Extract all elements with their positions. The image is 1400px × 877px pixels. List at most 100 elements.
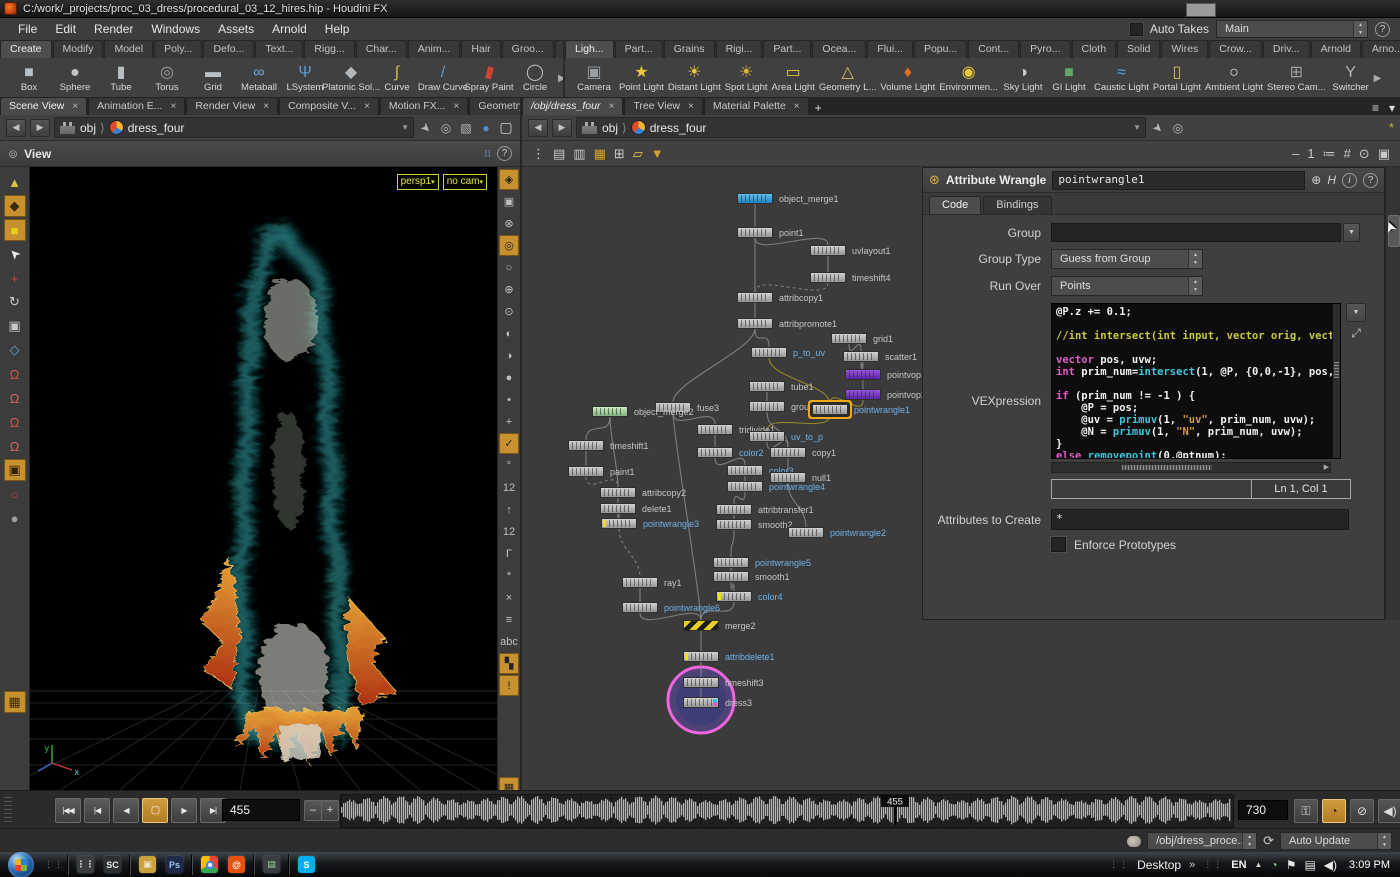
shelf-scroll-right-icon[interactable]: ▶ — [558, 73, 563, 84]
breadcrumb[interactable]: obj ⟩ dress_four ▼ — [576, 117, 1146, 138]
node-smooth1[interactable] — [713, 571, 749, 582]
rotate-tool-icon[interactable]: ↻ — [4, 291, 26, 313]
node-group1[interactable] — [749, 401, 785, 412]
node-pointwrangle4[interactable] — [727, 481, 763, 492]
point-numbers-icon[interactable]: 12 — [499, 477, 519, 498]
grid-snap-icon[interactable]: # — [1344, 146, 1351, 162]
node-scatter1[interactable] — [843, 351, 879, 362]
shelf-tab-arno[interactable]: Arno... — [1362, 40, 1400, 58]
align-nodes-icon[interactable]: ≔ — [1323, 146, 1336, 162]
normal-lighting-icon[interactable]: ⊕ — [499, 279, 519, 300]
go-to-start-button[interactable]: |◀◀ — [55, 798, 81, 823]
shelf-tab-text[interactable]: Text... — [255, 40, 303, 58]
shelf-tab-pyro[interactable]: Pyro... — [1020, 40, 1070, 58]
follow-target-icon[interactable]: ◎ — [438, 121, 454, 135]
view-gear-icon[interactable]: ⊚ — [8, 147, 18, 161]
group-input[interactable] — [1051, 223, 1341, 242]
shelf-tab-anim[interactable]: Anim... — [408, 40, 461, 58]
shelf-tab-groo[interactable]: Groo... — [502, 40, 554, 58]
audio-mute-icon[interactable]: ⊘ — [1350, 799, 1374, 823]
node-color2[interactable] — [697, 447, 733, 458]
shelf-tab-part[interactable]: Part... — [763, 40, 811, 58]
take-selector[interactable]: Main ▲▼ — [1216, 20, 1368, 38]
node-pointwrangle1[interactable] — [812, 404, 848, 415]
camera-lock-selector[interactable]: no cam▾ — [443, 174, 487, 190]
play-backward-button[interactable]: ◀ — [113, 798, 139, 823]
frame-one-icon[interactable]: 1 — [1307, 146, 1314, 162]
points-display-icon[interactable]: • — [499, 389, 519, 410]
reflections-icon[interactable]: ◑ — [499, 345, 519, 366]
node-pointvop2[interactable] — [845, 389, 881, 400]
shelf-tab-popu[interactable]: Popu... — [914, 40, 967, 58]
auto-key-icon[interactable]: ⚿ — [1294, 799, 1318, 823]
frame-increment-button[interactable]: + — [321, 800, 339, 821]
node-attribcopy2[interactable] — [600, 487, 636, 498]
current-node-path-select[interactable]: /obj/dress_proce... ▲▼ — [1147, 832, 1257, 850]
node-timeshift4[interactable] — [810, 272, 846, 283]
run-over-select[interactable]: Points ▲▼ — [1051, 276, 1203, 296]
expand-editor-icon[interactable]: ⤢ — [1351, 326, 1361, 341]
play-forward-button[interactable]: ▶ — [171, 798, 197, 823]
volume-tray-icon[interactable]: ◀) — [1324, 858, 1337, 872]
prev-keyframe-button[interactable]: |◀ — [84, 798, 110, 823]
skype-icon[interactable]: S — [298, 856, 315, 873]
menu-edit[interactable]: Edit — [47, 19, 84, 39]
breadcrumb-node[interactable]: dress_four — [128, 121, 185, 135]
pane-tab-scene-view[interactable]: Scene View× — [0, 97, 87, 115]
shelf-tool-portal-light[interactable]: ▯Portal Light — [1151, 59, 1203, 97]
scene-viewport[interactable]: y x persp1▾ no cam▾ — [30, 167, 497, 790]
scroll-right-icon[interactable]: ▶ — [1324, 463, 1329, 471]
shelf-tool-environmen-[interactable]: ◉Environmen... — [937, 59, 1000, 97]
menu-arnold[interactable]: Arnold — [264, 19, 315, 39]
breadcrumb-root[interactable]: obj — [80, 121, 96, 135]
range-end-field[interactable]: 730 — [1238, 800, 1288, 820]
shelf-tab-ocea[interactable]: Ocea... — [812, 40, 866, 58]
node-smooth2[interactable] — [716, 519, 752, 530]
shelf-tab-create[interactable]: Create — [0, 40, 52, 58]
render-region-icon[interactable]: ○ — [4, 483, 26, 505]
current-frame-field[interactable]: 455 — [222, 799, 300, 821]
lights-display-icon[interactable]: ! — [499, 675, 519, 696]
uv-overlay-icon[interactable]: + — [499, 411, 519, 432]
pane-tab-motion-fx-[interactable]: Motion FX...× — [380, 97, 468, 115]
node-pointwrangle3[interactable] — [601, 518, 637, 529]
asterisk-icon[interactable]: * — [1389, 120, 1394, 135]
shelf-tab-model[interactable]: Model — [104, 40, 153, 58]
timeline-waveform[interactable]: 455 — [340, 794, 1234, 828]
close-tab-icon[interactable]: × — [170, 101, 176, 112]
enforce-prototypes-checkbox[interactable] — [1051, 537, 1066, 552]
network-basket-icon[interactable]: ▼ — [651, 146, 664, 162]
node-pointwrangle2[interactable] — [788, 527, 824, 538]
shelf-tool-grid[interactable]: ▬Grid — [190, 59, 236, 97]
tab-code[interactable]: Code — [929, 196, 981, 214]
view-magnifier-icon[interactable]: ◎ — [499, 235, 519, 256]
node-grid1[interactable] — [831, 333, 867, 344]
pointer-tool-icon[interactable]: ➤ — [0, 238, 30, 269]
gadget-tray-icon[interactable]: ◔ — [1270, 858, 1277, 872]
hq-lighting-icon[interactable]: ⊙ — [499, 301, 519, 322]
palette-icon[interactable]: ▦ — [594, 146, 606, 162]
forward-icon[interactable]: ▶ — [552, 119, 572, 137]
list-view-icon[interactable]: ▤ — [553, 146, 565, 162]
update-mode-select[interactable]: Auto Update ▲▼ — [1280, 832, 1392, 850]
action-center-icon[interactable]: ⚑ — [1286, 858, 1297, 872]
back-icon[interactable]: ◀ — [6, 119, 26, 137]
shelf-tool-circle[interactable]: ◯Circle — [512, 59, 558, 97]
shelf-tool-metaball[interactable]: ∞Metaball — [236, 59, 282, 97]
display-options-icon[interactable]: ▦ — [4, 691, 26, 713]
network-tray-icon[interactable]: ▤ — [1304, 858, 1315, 872]
node-attribcopy1[interactable] — [737, 292, 773, 303]
shelf-tool-distant-light[interactable]: ☀Distant Light — [666, 59, 723, 97]
gear-icon[interactable]: ⊕ — [1311, 173, 1321, 187]
question-icon[interactable]: ? — [1363, 173, 1378, 188]
shelf-tool-spot-light[interactable]: ☀Spot Light — [723, 59, 770, 97]
pane-tab-render-view[interactable]: Render View× — [186, 97, 278, 115]
node-color4[interactable] — [716, 591, 752, 602]
display-settings-icon[interactable]: ▤ — [263, 856, 280, 873]
node-delete1[interactable] — [600, 503, 636, 514]
shelf-tab-hair[interactable]: Hair — [461, 40, 500, 58]
shelf-tab-flui[interactable]: Flui... — [867, 40, 913, 58]
tab-bindings[interactable]: Bindings — [983, 196, 1051, 214]
disable-lighting-icon[interactable]: ⊗ — [499, 213, 519, 234]
houdini-help-icon[interactable]: H — [1327, 173, 1336, 187]
